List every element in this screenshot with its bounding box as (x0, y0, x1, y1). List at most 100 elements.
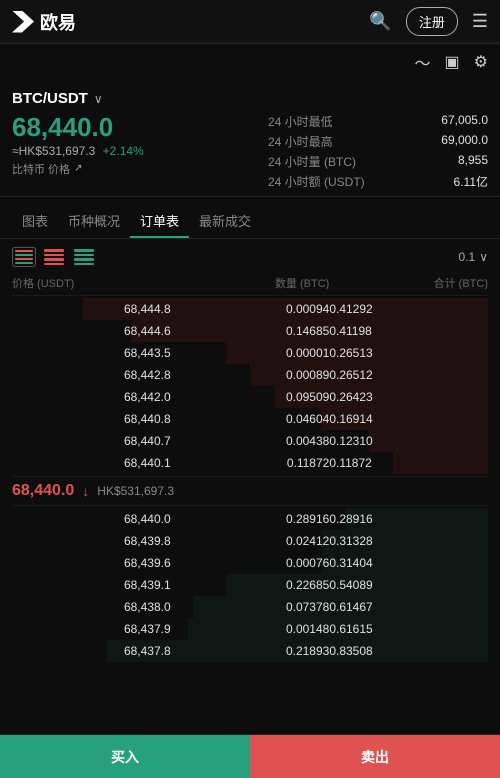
buy-qty: 0.00148 (171, 620, 330, 638)
external-link-icon[interactable]: ↗ (74, 163, 82, 174)
sell-order-row[interactable]: 68,444.8 0.00094 0.41292 (12, 298, 488, 320)
buy-total: 0.31328 (329, 532, 488, 550)
stat-value: 6.11亿 (418, 173, 488, 190)
buy-total: 0.54089 (329, 576, 488, 594)
sell-total: 0.16914 (329, 410, 488, 428)
sub-label: 比特币 价格 (12, 161, 70, 177)
sell-qty: 0.00094 (171, 300, 330, 318)
stat-value: 67,005.0 (418, 113, 488, 130)
search-icon[interactable]: 🔍 (369, 11, 391, 32)
register-button[interactable]: 注册 (406, 7, 458, 36)
price-left: 68,440.0 ≈HK$531,697.3 +2.14% 比特币 价格 ↗ (12, 113, 256, 190)
sell-price: 68,442.0 (12, 388, 171, 406)
stat-label: 24 小时量 (BTC) (268, 153, 356, 170)
logo: 欧易 (12, 9, 76, 35)
view-sell-button[interactable] (42, 247, 66, 267)
stat-row: 24 小时量 (BTC) 8,955 (268, 153, 488, 170)
sell-price: 68,444.6 (12, 322, 171, 340)
sell-order-row[interactable]: 68,444.6 0.14685 0.41198 (12, 320, 488, 342)
mid-price-row: 68,440.0 ↓ HK$531,697.3 (12, 476, 488, 506)
column-headers: 价格 (USDT)数量 (BTC)合计 (BTC) (12, 273, 488, 296)
view-both-button[interactable] (12, 247, 36, 267)
col-header-label: 合计 (BTC) (329, 275, 488, 291)
pair-name[interactable]: BTC/USDT (12, 90, 88, 107)
chart-icon[interactable]: 〜 (415, 50, 431, 74)
current-price: 68,440.0 (12, 113, 256, 142)
sell-qty: 0.00089 (171, 366, 330, 384)
sell-order-row[interactable]: 68,440.8 0.04604 0.16914 (12, 408, 488, 430)
buy-order-row[interactable]: 68,440.0 0.28916 0.28916 (12, 508, 488, 530)
buy-total: 0.28916 (329, 510, 488, 528)
stat-row: 24 小时最高 69,000.0 (268, 133, 488, 150)
sell-button[interactable]: 卖出 (250, 735, 500, 778)
logo-text: 欧易 (40, 9, 76, 35)
buy-total: 0.83508 (329, 642, 488, 660)
sell-total: 0.26423 (329, 388, 488, 406)
buy-order-row[interactable]: 68,439.8 0.02412 0.31328 (12, 530, 488, 552)
buy-qty: 0.02412 (171, 532, 330, 550)
buy-price: 68,438.0 (12, 598, 171, 616)
tab-图表[interactable]: 图表 (12, 203, 58, 238)
stat-row: 24 小时最低67,005.0 (268, 113, 488, 130)
mid-price-arrow: ↓ (82, 483, 89, 499)
decimal-selector[interactable]: 0.1 ∨ (459, 250, 488, 264)
price-change: +2.14% (103, 144, 144, 158)
view-buy-button[interactable] (72, 247, 96, 267)
menu-icon[interactable]: ☰ (472, 11, 488, 32)
buy-qty: 0.22685 (171, 576, 330, 594)
buy-order-row[interactable]: 68,438.0 0.07378 0.61467 (12, 596, 488, 618)
sell-price: 68,440.7 (12, 432, 171, 450)
header: 欧易 🔍 注册 ☰ (0, 0, 500, 44)
sell-order-row[interactable]: 68,440.7 0.00438 0.12310 (12, 430, 488, 452)
tab-订单表[interactable]: 订单表 (130, 203, 189, 238)
sell-qty: 0.09509 (171, 388, 330, 406)
sell-price: 68,444.8 (12, 300, 171, 318)
sell-price: 68,440.1 (12, 454, 171, 472)
tab-币种概况[interactable]: 币种概况 (58, 203, 130, 238)
orderbook: 0.1 ∨ 价格 (USDT)数量 (BTC)合计 (BTC) 68,444.8… (0, 239, 500, 670)
buy-button[interactable]: 买入 (0, 735, 250, 778)
sell-total: 0.26512 (329, 366, 488, 384)
settings-icon[interactable]: ⚙ (474, 52, 488, 72)
document-icon[interactable]: ▣ (445, 52, 460, 72)
sell-total: 0.41198 (329, 322, 488, 340)
sell-qty: 0.00438 (171, 432, 330, 450)
sell-qty: 0.00001 (171, 344, 330, 362)
price-stats: 24 小时最低67,005.0 24 小时最高 69,000.0 24 小时量 (BT… (268, 113, 488, 190)
mid-price-hk: HK$531,697.3 (97, 484, 174, 498)
tab-最新成交[interactable]: 最新成交 (189, 203, 261, 238)
stat-row: 24 小时额 (USDT) 6.11亿 (268, 173, 488, 190)
sell-total: 0.12310 (329, 432, 488, 450)
pair-dropdown-icon[interactable]: ∨ (94, 92, 103, 106)
sell-price: 68,442.8 (12, 366, 171, 384)
stat-label: 24 小时额 (USDT) (268, 173, 365, 190)
sell-price: 68,443.5 (12, 344, 171, 362)
bottom-bar: 买入 卖出 (0, 734, 500, 778)
decimal-dropdown-icon: ∨ (479, 250, 488, 264)
sell-order-row[interactable]: 68,443.5 0.00001 0.26513 (12, 342, 488, 364)
price-sub: 比特币 价格 ↗ (12, 161, 256, 177)
sell-order-row[interactable]: 68,442.0 0.09509 0.26423 (12, 386, 488, 408)
sell-orders: 68,444.8 0.00094 0.41292 68,444.6 0.1468… (12, 298, 488, 474)
header-right: 🔍 注册 ☰ (369, 7, 488, 36)
buy-price: 68,439.8 (12, 532, 171, 550)
stat-label: 24 小时最高 (268, 133, 333, 150)
buy-qty: 0.21893 (171, 642, 330, 660)
buy-price: 68,439.6 (12, 554, 171, 572)
sell-order-row[interactable]: 68,440.1 0.11872 0.11872 (12, 452, 488, 474)
stat-value: 69,000.0 (418, 133, 488, 150)
buy-order-row[interactable]: 68,439.6 0.00076 0.31404 (12, 552, 488, 574)
sell-total: 0.41292 (329, 300, 488, 318)
sell-order-row[interactable]: 68,442.8 0.00089 0.26512 (12, 364, 488, 386)
tabs: 图表币种概况订单表最新成交 (0, 203, 500, 239)
buy-total: 0.61615 (329, 620, 488, 638)
buy-order-row[interactable]: 68,437.8 0.21893 0.83508 (12, 640, 488, 662)
buy-orders: 68,440.0 0.28916 0.28916 68,439.8 0.0241… (12, 508, 488, 662)
buy-order-row[interactable]: 68,437.9 0.00148 0.61615 (12, 618, 488, 640)
sell-qty: 0.11872 (171, 454, 330, 472)
buy-order-row[interactable]: 68,439.1 0.22685 0.54089 (12, 574, 488, 596)
col-header-label: 价格 (USDT) (12, 275, 171, 291)
stat-value: 8,955 (418, 153, 488, 170)
sell-total: 0.11872 (329, 454, 488, 472)
sell-price: 68,440.8 (12, 410, 171, 428)
